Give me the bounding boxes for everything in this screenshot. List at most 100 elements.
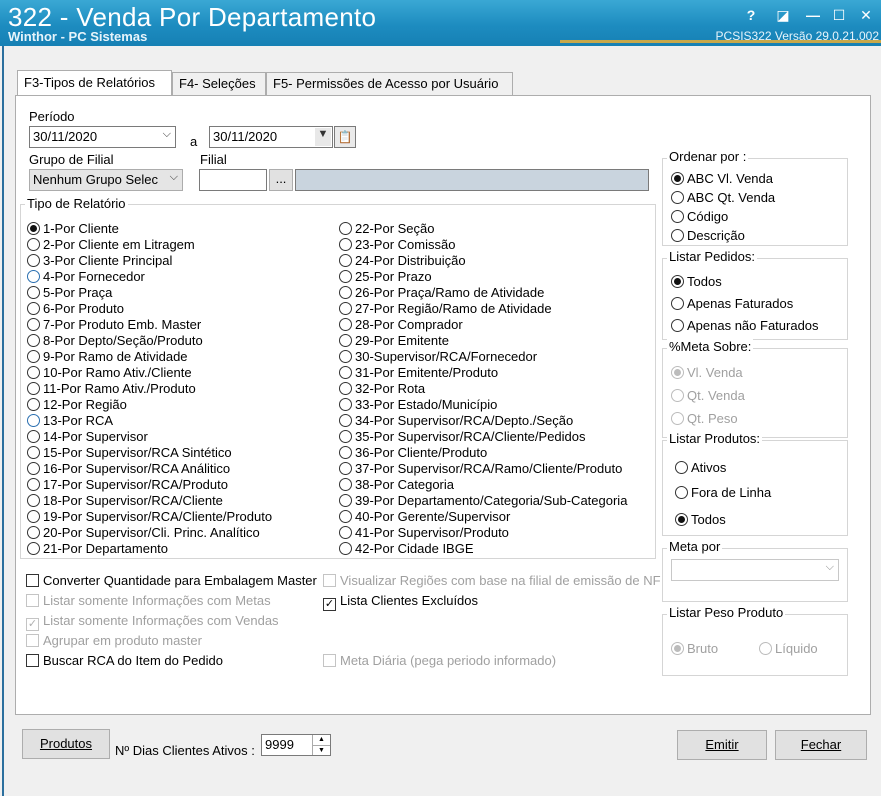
- spin-up-icon[interactable]: ▲: [312, 735, 330, 745]
- spin-down-icon[interactable]: ▼: [312, 745, 330, 755]
- radio-circle: [27, 238, 40, 251]
- report-type-radio[interactable]: 5-Por Praça: [27, 285, 112, 301]
- report-type-label: 38-Por Categoria: [355, 477, 454, 492]
- listar-metas-label: Listar somente Informações com Metas: [43, 593, 271, 608]
- agrupar-checkbox[interactable]: Agrupar em produto master: [26, 633, 202, 649]
- peso-bruto[interactable]: Bruto: [671, 641, 718, 657]
- report-type-radio[interactable]: 38-Por Categoria: [339, 477, 454, 493]
- tab-selecoes[interactable]: F4- Seleções: [172, 72, 266, 96]
- report-type-radio[interactable]: 10-Por Ramo Ativ./Cliente: [27, 365, 192, 381]
- radio-circle: [27, 270, 40, 283]
- radio-circle: [339, 430, 352, 443]
- listar-metas-checkbox[interactable]: Listar somente Informações com Metas: [26, 593, 271, 609]
- report-type-radio[interactable]: 42-Por Cidade IBGE: [339, 541, 474, 557]
- report-type-label: 12-Por Região: [43, 397, 127, 412]
- report-type-radio[interactable]: 1-Por Cliente: [27, 221, 119, 237]
- periodo-start-date[interactable]: 30/11/2020 ⌵: [29, 126, 176, 148]
- report-type-radio[interactable]: 39-Por Departamento/Categoria/Sub-Catego…: [339, 493, 627, 509]
- report-type-label: 22-Por Seção: [355, 221, 435, 236]
- visualizar-regioes-label: Visualizar Regiões com base na filial de…: [340, 573, 661, 588]
- ordenar-descricao[interactable]: Descrição: [671, 228, 745, 244]
- tab-tipos-relatorios[interactable]: F3-Tipos de Relatórios: [17, 70, 172, 95]
- close-icon[interactable]: ✕: [853, 4, 879, 26]
- report-type-radio[interactable]: 27-Por Região/Ramo de Atividade: [339, 301, 552, 317]
- report-type-radio[interactable]: 41-Por Supervisor/Produto: [339, 525, 509, 541]
- report-type-radio[interactable]: 17-Por Supervisor/RCA/Produto: [27, 477, 228, 493]
- meta-diaria-checkbox[interactable]: Meta Diária (pega periodo informado): [323, 653, 556, 669]
- report-type-radio[interactable]: 25-Por Prazo: [339, 269, 432, 285]
- filial-code-input[interactable]: [199, 169, 267, 191]
- produtos-todos[interactable]: Todos: [675, 512, 726, 528]
- report-type-radio[interactable]: 3-Por Cliente Principal: [27, 253, 172, 269]
- report-type-radio[interactable]: 26-Por Praça/Ramo de Atividade: [339, 285, 544, 301]
- report-type-radio[interactable]: 13-Por RCA: [27, 413, 113, 429]
- report-type-radio[interactable]: 15-Por Supervisor/RCA Sintético: [27, 445, 232, 461]
- maximize-icon[interactable]: ☐: [826, 4, 852, 26]
- produtos-ativos[interactable]: Ativos: [675, 460, 726, 476]
- peso-liquido[interactable]: Líquido: [759, 641, 818, 657]
- report-type-radio[interactable]: 18-Por Supervisor/RCA/Cliente: [27, 493, 223, 509]
- report-type-radio[interactable]: 8-Por Depto/Seção/Produto: [27, 333, 203, 349]
- report-type-radio[interactable]: 24-Por Distribuição: [339, 253, 466, 269]
- emitir-button[interactable]: Emitir: [677, 730, 767, 760]
- radio-circle: [27, 494, 40, 507]
- report-type-radio[interactable]: 30-Supervisor/RCA/Fornecedor: [339, 349, 537, 365]
- report-type-radio[interactable]: 33-Por Estado/Município: [339, 397, 497, 413]
- converter-checkbox[interactable]: Converter Quantidade para Embalagem Mast…: [26, 573, 317, 589]
- report-type-radio[interactable]: 40-Por Gerente/Supervisor: [339, 509, 510, 525]
- ordenar-codigo[interactable]: Código: [671, 209, 728, 225]
- report-type-radio[interactable]: 16-Por Supervisor/RCA Análitico: [27, 461, 230, 477]
- produtos-button[interactable]: Produtos: [22, 729, 110, 759]
- tab-permissoes[interactable]: F5- Permissões de Acesso por Usuário: [266, 72, 513, 96]
- report-type-radio[interactable]: 36-Por Cliente/Produto: [339, 445, 487, 461]
- report-type-radio[interactable]: 37-Por Supervisor/RCA/Ramo/Cliente/Produ…: [339, 461, 622, 477]
- report-type-radio[interactable]: 14-Por Supervisor: [27, 429, 148, 445]
- report-type-label: 1-Por Cliente: [43, 221, 119, 236]
- meta-vl-venda[interactable]: Vl. Venda: [671, 365, 743, 381]
- report-type-radio[interactable]: 20-Por Supervisor/Cli. Princ. Analítico: [27, 525, 260, 541]
- report-type-radio[interactable]: 35-Por Supervisor/RCA/Cliente/Pedidos: [339, 429, 586, 445]
- periodo-end-date[interactable]: 30/11/2020 ▼: [209, 126, 333, 148]
- report-type-radio[interactable]: 6-Por Produto: [27, 301, 124, 317]
- report-type-radio[interactable]: 9-Por Ramo de Atividade: [27, 349, 188, 365]
- report-type-radio[interactable]: 22-Por Seção: [339, 221, 435, 237]
- report-type-radio[interactable]: 34-Por Supervisor/RCA/Depto./Seção: [339, 413, 573, 429]
- filial-browse-button[interactable]: ...: [269, 169, 293, 191]
- report-type-radio[interactable]: 4-Por Fornecedor: [27, 269, 145, 285]
- pedidos-faturados[interactable]: Apenas Faturados: [671, 296, 793, 312]
- pedidos-nao-faturados[interactable]: Apenas não Faturados: [671, 318, 819, 334]
- meta-qt-venda[interactable]: Qt. Venda: [671, 388, 745, 404]
- calendar-icon[interactable]: 📋: [334, 126, 356, 148]
- grupo-filial-select[interactable]: Nenhum Grupo Selec ⌵: [29, 169, 183, 191]
- report-type-label: 30-Supervisor/RCA/Fornecedor: [355, 349, 538, 364]
- ordenar-abc-vl-venda[interactable]: ABC Vl. Venda: [671, 171, 773, 187]
- report-type-radio[interactable]: 11-Por Ramo Ativ./Produto: [27, 381, 196, 397]
- report-type-radio[interactable]: 28-Por Comprador: [339, 317, 463, 333]
- report-type-radio[interactable]: 21-Por Departamento: [27, 541, 168, 557]
- report-type-radio[interactable]: 23-Por Comissão: [339, 237, 455, 253]
- dias-clientes-input[interactable]: 9999 ▲ ▼: [261, 734, 331, 756]
- fechar-button[interactable]: Fechar: [775, 730, 867, 760]
- title-accent-line: [560, 40, 881, 43]
- report-type-radio[interactable]: 31-Por Emitente/Produto: [339, 365, 498, 381]
- report-type-radio[interactable]: 7-Por Produto Emb. Master: [27, 317, 201, 333]
- report-type-radio[interactable]: 29-Por Emitente: [339, 333, 449, 349]
- buscar-rca-checkbox[interactable]: Buscar RCA do Item do Pedido: [26, 653, 223, 669]
- ordenar-abc-qt-venda[interactable]: ABC Qt. Venda: [671, 190, 775, 206]
- report-type-label: 6-Por Produto: [43, 301, 124, 316]
- pedidos-todos[interactable]: Todos: [671, 274, 722, 290]
- restore-icon[interactable]: ◪: [770, 4, 796, 26]
- help-icon[interactable]: ?: [738, 4, 764, 26]
- radio-circle: [339, 238, 352, 251]
- minimize-icon[interactable]: —: [800, 4, 826, 26]
- meta-por-select[interactable]: ⌵: [671, 559, 839, 581]
- visualizar-regioes-checkbox[interactable]: Visualizar Regiões com base na filial de…: [323, 573, 673, 589]
- meta-qt-peso[interactable]: Qt. Peso: [671, 411, 738, 427]
- listar-vendas-checkbox[interactable]: ✓ Listar somente Informações com Vendas: [26, 613, 279, 631]
- lista-excluidos-checkbox[interactable]: ✓ Lista Clientes Excluídos: [323, 593, 478, 611]
- report-type-radio[interactable]: 2-Por Cliente em Litragem: [27, 237, 195, 253]
- report-type-radio[interactable]: 19-Por Supervisor/RCA/Cliente/Produto: [27, 509, 272, 525]
- report-type-radio[interactable]: 12-Por Região: [27, 397, 127, 413]
- report-type-radio[interactable]: 32-Por Rota: [339, 381, 425, 397]
- produtos-fora-linha[interactable]: Fora de Linha: [675, 485, 771, 501]
